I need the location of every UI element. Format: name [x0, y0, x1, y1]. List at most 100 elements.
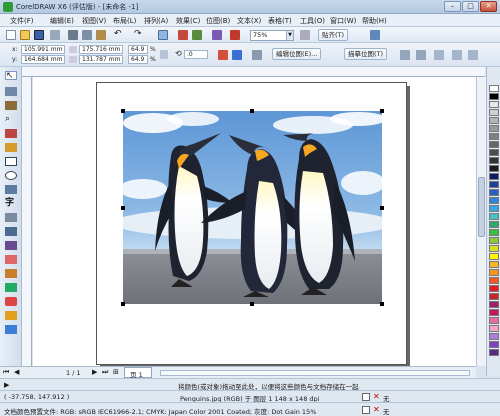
- palette-swatch[interactable]: [489, 109, 499, 116]
- transparency-tool-icon[interactable]: [5, 269, 17, 278]
- menu-effects[interactable]: 效果(C): [176, 16, 200, 26]
- export-icon[interactable]: [192, 30, 202, 40]
- cut-icon[interactable]: [68, 30, 78, 40]
- palette-swatch[interactable]: [489, 277, 499, 284]
- search-content-icon[interactable]: [158, 30, 168, 40]
- polygon-tool-icon[interactable]: [5, 185, 17, 194]
- table-tool-icon[interactable]: [5, 213, 17, 222]
- width-input[interactable]: 175.716 mm: [79, 45, 123, 54]
- import-icon[interactable]: [178, 30, 188, 40]
- palette-swatch[interactable]: [489, 205, 499, 212]
- shape-tool-icon[interactable]: [5, 87, 17, 96]
- selection-handle[interactable]: [380, 302, 384, 306]
- paste-icon[interactable]: [96, 30, 106, 40]
- minimize-button[interactable]: –: [444, 1, 461, 12]
- menu-layout[interactable]: 布局(L): [113, 16, 136, 26]
- menu-bitmaps[interactable]: 位图(B): [206, 16, 230, 26]
- mirror-horizontal-icon[interactable]: [218, 50, 228, 60]
- trace-bitmap-button[interactable]: 描摹位图(T): [344, 48, 388, 60]
- selection-handle[interactable]: [250, 109, 254, 113]
- palette-swatch[interactable]: [489, 157, 499, 164]
- crop-tool-icon[interactable]: [5, 101, 17, 110]
- palette-swatch[interactable]: [489, 301, 499, 308]
- rectangle-tool-icon[interactable]: [5, 157, 17, 166]
- scrollbar-thumb[interactable]: [478, 177, 485, 237]
- y-position-input[interactable]: 164.684 mm: [21, 55, 65, 64]
- palette-swatch[interactable]: [489, 125, 499, 132]
- full-screen-preview-icon[interactable]: [300, 30, 310, 40]
- crop-bitmap-icon[interactable]: [400, 50, 410, 60]
- application-launcher-icon[interactable]: [212, 30, 222, 40]
- palette-swatch[interactable]: [489, 101, 499, 108]
- options-icon[interactable]: [370, 30, 380, 40]
- penguins-bitmap[interactable]: [113, 111, 393, 304]
- palette-swatch[interactable]: [489, 253, 499, 260]
- palette-swatch[interactable]: [489, 285, 499, 292]
- document-color-profile[interactable]: 文档颜色预置文件: RGB: sRGB IEC61966-2.1; CMYK: …: [4, 406, 316, 416]
- bitmap-mode-icon[interactable]: [252, 50, 262, 60]
- palette-swatch[interactable]: [489, 197, 499, 204]
- edit-bitmap-button[interactable]: 编辑位图(E)...: [272, 48, 322, 60]
- height-input[interactable]: 131.787 mm: [79, 55, 123, 64]
- palette-swatch[interactable]: [489, 237, 499, 244]
- previous-page-icon[interactable]: ◀: [14, 368, 19, 376]
- outline-tool-icon[interactable]: [5, 297, 17, 306]
- palette-swatch[interactable]: [489, 117, 499, 124]
- palette-swatch[interactable]: [489, 333, 499, 340]
- rotation-input[interactable]: .0: [184, 50, 208, 59]
- selection-handle[interactable]: [380, 206, 384, 210]
- menu-arrange[interactable]: 排列(A): [144, 16, 168, 26]
- palette-swatch[interactable]: [489, 221, 499, 228]
- ellipse-tool-icon[interactable]: [5, 171, 17, 180]
- vertical-scrollbar[interactable]: [476, 77, 486, 366]
- fill-tool-icon[interactable]: [5, 311, 17, 320]
- palette-swatch[interactable]: [489, 349, 499, 356]
- palette-swatch[interactable]: [489, 309, 499, 316]
- lock-ratio-icon[interactable]: [160, 50, 168, 59]
- save-icon[interactable]: [34, 30, 44, 40]
- palette-swatch[interactable]: [489, 85, 499, 92]
- new-document-icon[interactable]: [6, 30, 16, 40]
- scale-x-input[interactable]: 64.9: [128, 45, 148, 54]
- next-page-icon[interactable]: ▶: [92, 368, 97, 376]
- text-tool-icon[interactable]: 字: [5, 199, 17, 208]
- interactive-fill-tool-icon[interactable]: [5, 325, 17, 334]
- selection-handle[interactable]: [380, 109, 384, 113]
- to-front-icon[interactable]: [452, 50, 462, 60]
- palette-swatch[interactable]: [489, 293, 499, 300]
- close-button[interactable]: ✕: [480, 1, 497, 12]
- last-page-icon[interactable]: ⏭: [102, 368, 108, 377]
- menu-view[interactable]: 视图(V): [82, 16, 106, 26]
- publish-pdf-icon[interactable]: [230, 30, 240, 40]
- palette-swatch[interactable]: [489, 317, 499, 324]
- resample-icon[interactable]: [416, 50, 426, 60]
- menu-edit[interactable]: 编辑(E): [50, 16, 74, 26]
- menu-tools[interactable]: 工具(O): [300, 16, 325, 26]
- tab-page-1[interactable]: 页 1: [124, 367, 152, 379]
- palette-swatch[interactable]: [489, 133, 499, 140]
- freehand-tool-icon[interactable]: [5, 129, 17, 138]
- zoom-level-select[interactable]: 75% ▼: [250, 30, 294, 41]
- zoom-tool-icon[interactable]: ⌕: [5, 115, 17, 124]
- palette-swatch[interactable]: [489, 341, 499, 348]
- menu-text[interactable]: 文本(X): [237, 16, 261, 26]
- menu-window[interactable]: 窗口(W): [330, 16, 356, 26]
- first-page-icon[interactable]: ⏮: [3, 368, 9, 377]
- undo-icon[interactable]: ↶: [114, 30, 124, 40]
- palette-swatch[interactable]: [489, 189, 499, 196]
- horizontal-scrollbar[interactable]: [160, 370, 470, 376]
- palette-swatch[interactable]: [489, 93, 499, 100]
- palette-swatch[interactable]: [489, 325, 499, 332]
- selection-handle[interactable]: [250, 302, 254, 306]
- palette-swatch[interactable]: [489, 181, 499, 188]
- pick-tool-icon[interactable]: ↖: [5, 71, 17, 81]
- palette-swatch[interactable]: [489, 213, 499, 220]
- smart-fill-tool-icon[interactable]: [5, 143, 17, 152]
- menu-help[interactable]: 帮助(H): [362, 16, 387, 26]
- palette-swatch[interactable]: [489, 261, 499, 268]
- to-back-icon[interactable]: [468, 50, 478, 60]
- palette-arrow-icon[interactable]: ▶: [4, 381, 9, 389]
- open-folder-icon[interactable]: [20, 30, 30, 40]
- menu-table[interactable]: 表格(T): [268, 16, 292, 26]
- palette-swatch[interactable]: [489, 269, 499, 276]
